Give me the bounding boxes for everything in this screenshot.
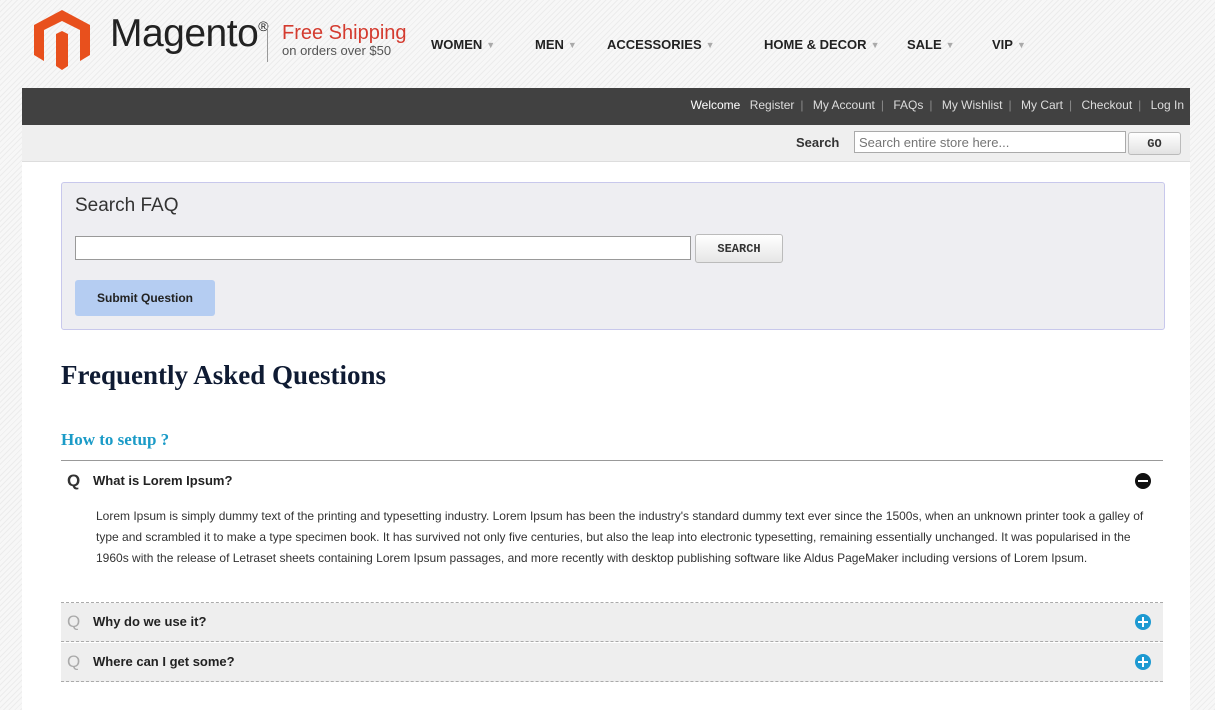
nav-item-home-decor[interactable]: HOME & DECOR ▼ [764,37,879,52]
welcome-message: Welcome [690,98,741,112]
link-separator: | [929,98,933,112]
promo-subtitle: on orders over $50 [282,43,392,58]
magento-logo-icon[interactable] [34,10,90,70]
faq-item-expanded[interactable]: Q What is Lorem Ipsum? [61,462,1163,500]
my-account-link[interactable]: My Account [813,98,875,112]
nav-item-accessories[interactable]: ACCESSORIES ▼ [607,37,715,52]
chevron-down-icon: ▼ [945,40,955,50]
my-cart-link[interactable]: My Cart [1021,98,1063,112]
link-separator: | [880,98,885,112]
my-wishlist-link[interactable]: My Wishlist [942,98,1003,112]
faq-heading: Frequently Asked Questions [61,360,387,390]
plus-circle-icon[interactable] [1135,614,1151,630]
faq-search-box: Search FAQ SEARCH Submit Question [61,182,1165,330]
faq-question[interactable]: Why do we use it? [93,614,206,629]
top-links: Welcome Register | My Account | FAQs | My W… [691,98,1184,112]
nav-item-women[interactable]: WOMEN ▼ [431,37,495,52]
nav-label: SALE [907,37,942,52]
register-link[interactable]: Register [750,98,795,112]
account-links-bar: Welcome Register | My Account | FAQs | My W… [22,88,1190,125]
question-mark-label: Q [67,652,81,671]
faqs-link[interactable]: FAQs [893,98,923,112]
question-mark-label: Q [67,471,81,490]
chevron-down-icon: ▼ [1016,40,1026,50]
faq-category-title[interactable]: How to setup ? [61,430,169,450]
brand-name[interactable]: Magento® [110,12,269,56]
submit-question-button[interactable]: Submit Question [75,280,215,316]
store-search-input[interactable] [854,131,1126,153]
faq-question[interactable]: What is Lorem Ipsum? [93,473,232,488]
link-separator: | [800,98,804,112]
chevron-down-icon: ▼ [567,40,577,50]
checkout-link[interactable]: Checkout [1081,98,1132,112]
link-separator: | [1068,98,1073,112]
header-search-bar: Search GO [22,125,1190,162]
faq-answer: Lorem Ipsum is simply dummy text of the … [96,509,1144,565]
nav-item-men[interactable]: MEN ▼ [535,37,577,52]
faq-search-title: Search FAQ [75,195,179,216]
chevron-down-icon: ▼ [486,40,496,50]
link-separator: | [1008,98,1012,112]
nav-label: VIP [992,37,1013,52]
faq-question[interactable]: Where can I get some? [93,654,235,669]
chevron-down-icon: ▼ [870,40,880,50]
faq-item-collapsed[interactable]: Q Where can I get some? [61,643,1163,682]
nav-item-sale[interactable]: SALE ▼ [907,37,955,52]
search-go-button[interactable]: GO [1128,132,1181,155]
nav-label: MEN [535,37,564,52]
question-mark-label: Q [67,612,81,631]
link-separator: | [1138,98,1142,112]
faq-search-button[interactable]: SEARCH [695,234,783,263]
brand-name-text: Magento [110,12,259,55]
nav-label: HOME & DECOR [764,37,867,52]
nav-item-vip[interactable]: VIP ▼ [992,37,1026,52]
search-label: Search [796,135,840,150]
plus-circle-icon[interactable] [1135,654,1151,670]
chevron-down-icon: ▼ [705,40,715,50]
nav-label: ACCESSORIES [607,37,702,52]
nav-label: WOMEN [431,37,483,52]
faq-item-collapsed[interactable]: Q Why do we use it? [61,603,1163,642]
category-divider [61,460,1163,461]
minus-circle-icon[interactable] [1135,473,1151,489]
faq-search-input[interactable] [75,236,691,260]
log-in-link[interactable]: Log In [1151,98,1184,112]
site-header: Magento® Free Shipping on orders over $5… [22,0,1190,88]
free-shipping-promo: Free Shipping on orders over $50 [282,22,407,58]
promo-title: Free Shipping [282,22,407,44]
logo-divider [267,24,268,62]
